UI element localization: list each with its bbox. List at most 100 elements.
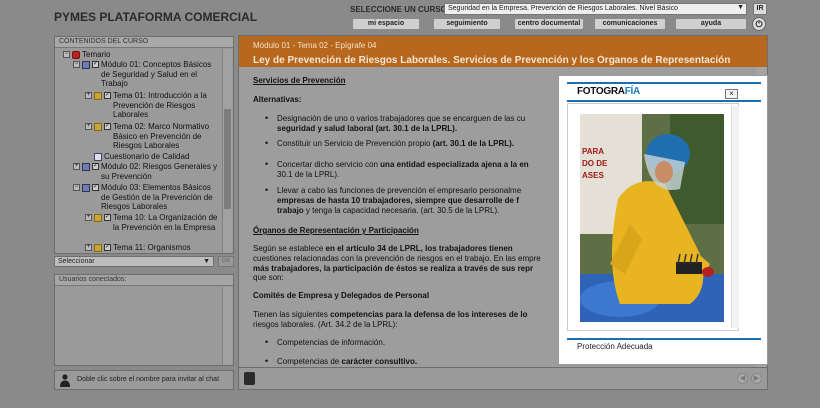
nav-comunicaciones[interactable]: comunicaciones <box>594 18 666 30</box>
expand-icon[interactable]: + <box>85 123 92 130</box>
tree-item-modulo-01[interactable]: − ✓ Módulo 01: Conceptos Básicos de Segu… <box>73 60 221 89</box>
tree-item-tema-02[interactable]: + ✓ Tema 02: Marco Normativo Básico en P… <box>85 122 221 151</box>
folder-icon <box>94 92 102 100</box>
power-icon[interactable]: ⏻ <box>752 17 766 31</box>
brand-title: PYMES PLATAFORMA COMERCIAL <box>54 10 258 24</box>
divider <box>567 338 761 340</box>
content-footer: ◀ ▶ <box>239 367 767 389</box>
checked-icon: ✓ <box>104 214 111 221</box>
paragraph: Concertar dicho servicio con una entidad… <box>277 160 577 180</box>
tree-item-tema-01[interactable]: + ✓ Tema 01: Introducción a la Prevenció… <box>85 91 221 120</box>
text-bold: seguridad y salud laboral (art. 30.1 de … <box>277 123 458 133</box>
photo-scrollbar[interactable] <box>731 106 739 328</box>
go-button[interactable]: IR <box>753 3 767 15</box>
text: Competencias de <box>277 357 340 366</box>
divider <box>567 100 761 102</box>
text-bold: trabajo <box>277 205 304 215</box>
expand-icon[interactable]: + <box>73 163 80 170</box>
bookmark-icon[interactable] <box>244 372 255 385</box>
divider <box>567 82 761 84</box>
book-icon <box>72 51 80 59</box>
tree-item-modulo-03[interactable]: − ✓ Módulo 03: Elementos Básicos de Gest… <box>73 183 221 212</box>
course-select[interactable]: Seguridad en la Empresa. Prevención de R… <box>444 3 747 15</box>
course-contents-title: CONTENIDOS DEL CURSO <box>55 37 233 48</box>
breadcrumb: Módulo 01 - Tema 02 - Epígrafe 04 <box>253 41 377 50</box>
text-bold: (art. 30.1 de la LPRL). <box>432 139 515 148</box>
bullet: • <box>265 185 269 195</box>
expand-icon[interactable]: + <box>85 214 92 221</box>
worker-photo: PARA DO DE ASES <box>580 114 724 322</box>
module-icon <box>82 61 90 69</box>
users-scrollbar[interactable] <box>222 287 232 365</box>
paragraph: Designación de uno o varios trabajadores… <box>277 114 577 134</box>
text-bold: competencias para la defensa de los inte… <box>330 310 528 319</box>
checked-icon: ✓ <box>104 92 111 99</box>
nav-seguimiento[interactable]: seguimiento <box>433 18 501 30</box>
text: Designación de uno o varios trabajadores… <box>277 114 526 123</box>
checked-icon: ✓ <box>104 244 111 251</box>
course-tree: − Temario − ✓ Módulo 01: Conceptos Básic… <box>57 49 221 253</box>
scrollbar-thumb[interactable] <box>224 109 231 209</box>
text: Constituir un Servicio de Prevención pro… <box>277 139 431 148</box>
photo-logo: FOTOGRAFÍA <box>577 86 640 97</box>
text-bold: una entidad especializada ajena a la en <box>380 160 529 169</box>
section-select-value: Seleccionar <box>58 258 95 265</box>
collapse-icon[interactable]: − <box>73 184 80 191</box>
checked-icon: ✓ <box>92 61 99 68</box>
connected-users-panel: Usuarios conectados: <box>54 274 234 366</box>
user-icon <box>60 374 70 387</box>
tree-item-tema-11[interactable]: + ✓ Tema 11: Organismos <box>85 243 221 253</box>
app-window: PYMES PLATAFORMA COMERCIAL SELECCIONE UN… <box>0 0 820 408</box>
text: Concertar dicho servicio con <box>277 160 378 169</box>
heading-alternativas: Alternativas: <box>253 95 302 104</box>
heading-comites: Comités de Empresa y Delegados de Person… <box>253 291 430 300</box>
text-bold: en el artículo 34 de LPRL, los trabajado… <box>325 244 513 253</box>
expand-icon[interactable]: + <box>85 92 92 99</box>
text: Llevar a cabo las funciones de prevenció… <box>277 186 522 195</box>
tree-item-cuestionario[interactable]: Cuestionario de Calidad <box>94 152 221 162</box>
heading-servicios: Servicios de Prevención <box>253 76 346 85</box>
text: Tienen las siguientes <box>253 310 328 319</box>
checked-icon: ✓ <box>92 184 99 191</box>
sign-text-2: DO DE <box>582 159 608 168</box>
expand-icon[interactable]: + <box>85 244 92 251</box>
text: que son: <box>253 273 284 283</box>
tree-item-tema-10[interactable]: + ✓ Tema 10: La Organización de la Preve… <box>85 213 221 232</box>
paragraph: Llevar a cabo las funciones de prevenció… <box>277 186 577 215</box>
close-icon[interactable]: × <box>725 89 738 99</box>
text: cuestiones relacionadas con la prevenció… <box>253 253 541 263</box>
collapse-icon[interactable]: − <box>73 61 80 68</box>
folder-icon <box>94 244 102 252</box>
text: y tenga la capacidad necesaria. (art. 30… <box>305 205 500 215</box>
collapse-icon[interactable]: − <box>63 51 70 58</box>
tree-scrollbar[interactable] <box>222 49 232 253</box>
sign-text-3: ASES <box>582 171 604 180</box>
text: 30.1 de la LPRL). <box>277 169 340 179</box>
chat-hint: Doble clic sobre el nombre para invitar … <box>54 370 234 390</box>
nav-ayuda[interactable]: ayuda <box>675 18 747 30</box>
nav-centro-documental[interactable]: centro documental <box>514 18 584 30</box>
chat-hint-text: Doble clic sobre el nombre para invitar … <box>77 376 220 383</box>
photo-frame: PARA DO DE ASES <box>567 103 739 331</box>
connected-users-title: Usuarios conectados: <box>55 275 233 286</box>
section-select[interactable]: Seleccionar ▼ <box>54 256 214 267</box>
lesson-header: Módulo 01 - Tema 02 - Epígrafe 04 Ley de… <box>239 36 767 67</box>
bullet: • <box>265 356 269 366</box>
photo-caption: Protección Adecuada <box>577 342 653 351</box>
text: riesgos laborales. (Art. 34.2 de la LPRL… <box>253 319 398 329</box>
course-contents-panel: CONTENIDOS DEL CURSO − Temario − ✓ Módul… <box>54 36 234 254</box>
tree-item-modulo-02[interactable]: + ✓ Módulo 02: Riesgos Generales y su Pr… <box>73 162 221 181</box>
chevron-down-icon: ▼ <box>737 4 744 11</box>
checked-icon: ✓ <box>104 123 111 130</box>
tree-item-temario[interactable]: − Temario <box>63 50 110 60</box>
text-bold: más trabajadores, la participación de és… <box>253 263 534 273</box>
course-select-label: SELECCIONE UN CURSO: <box>350 5 450 14</box>
paragraph: Según se establece en el artículo 34 de … <box>253 244 558 283</box>
nav-mi-espacio[interactable]: mi espacio <box>352 18 420 30</box>
document-icon <box>94 153 102 161</box>
next-page-icon[interactable]: ▶ <box>751 373 762 384</box>
text-bold: carácter consultivo. <box>341 357 418 366</box>
logo-text-accent: FÍA <box>624 86 641 97</box>
previous-page-icon[interactable]: ◀ <box>737 373 748 384</box>
ok-button[interactable]: OK <box>218 256 234 267</box>
